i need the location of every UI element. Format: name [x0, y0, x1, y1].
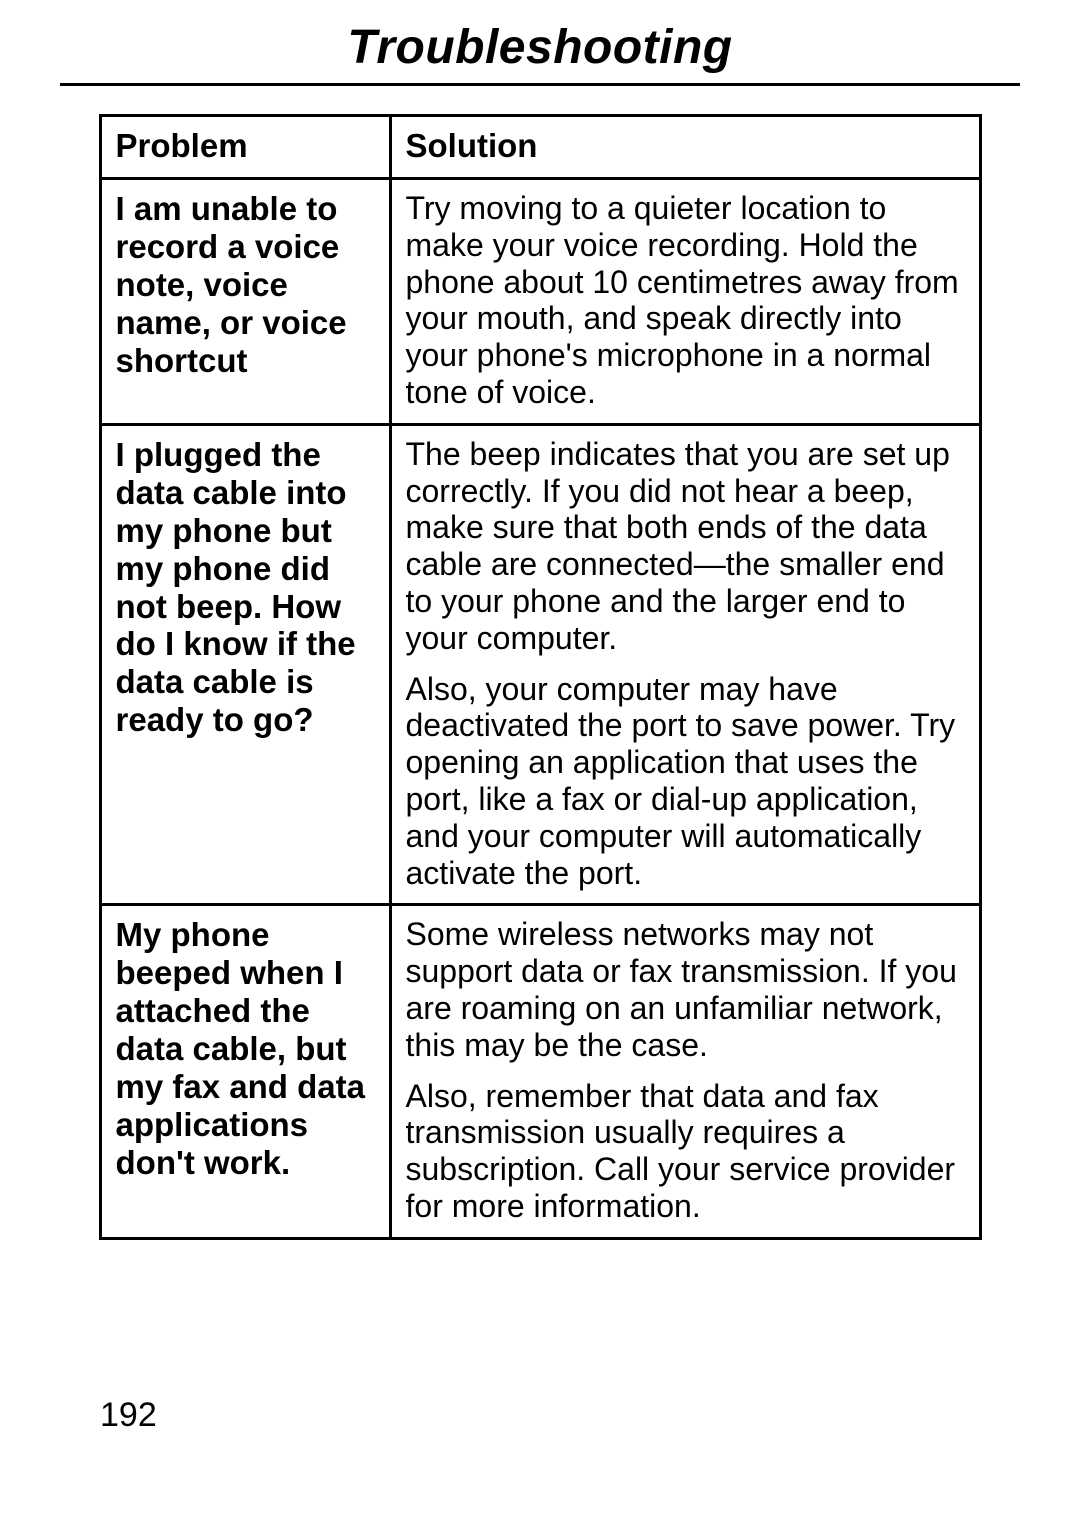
table-row: I plugged the data cable into my phone b… — [100, 424, 980, 905]
solution-cell: Try moving to a quieter location to make… — [390, 179, 980, 425]
header-problem: Problem — [100, 116, 390, 179]
solution-cell: The beep indicates that you are set up c… — [390, 424, 980, 905]
solution-paragraph: Also, your computer may have deactivated… — [406, 671, 965, 892]
table-row: I am unable to record a voice note, voic… — [100, 179, 980, 425]
page-number: 192 — [100, 1396, 157, 1435]
page-title: Troubleshooting — [347, 21, 732, 74]
table-header-row: Problem Solution — [100, 116, 980, 179]
problem-cell: I am unable to record a voice note, voic… — [100, 179, 390, 425]
table-row: My phone beeped when I attached the data… — [100, 905, 980, 1238]
header-solution: Solution — [390, 116, 980, 179]
troubleshooting-table: Problem Solution I am unable to record a… — [99, 114, 982, 1240]
problem-cell: My phone beeped when I attached the data… — [100, 905, 390, 1238]
solution-paragraph: Try moving to a quieter location to make… — [406, 190, 965, 411]
title-bar: Troubleshooting — [60, 20, 1020, 86]
solution-paragraph: The beep indicates that you are set up c… — [406, 436, 965, 657]
solution-paragraph: Some wireless networks may not support d… — [406, 916, 965, 1063]
solution-paragraph: Also, remember that data and fax transmi… — [406, 1078, 965, 1225]
problem-cell: I plugged the data cable into my phone b… — [100, 424, 390, 905]
solution-cell: Some wireless networks may not support d… — [390, 905, 980, 1238]
